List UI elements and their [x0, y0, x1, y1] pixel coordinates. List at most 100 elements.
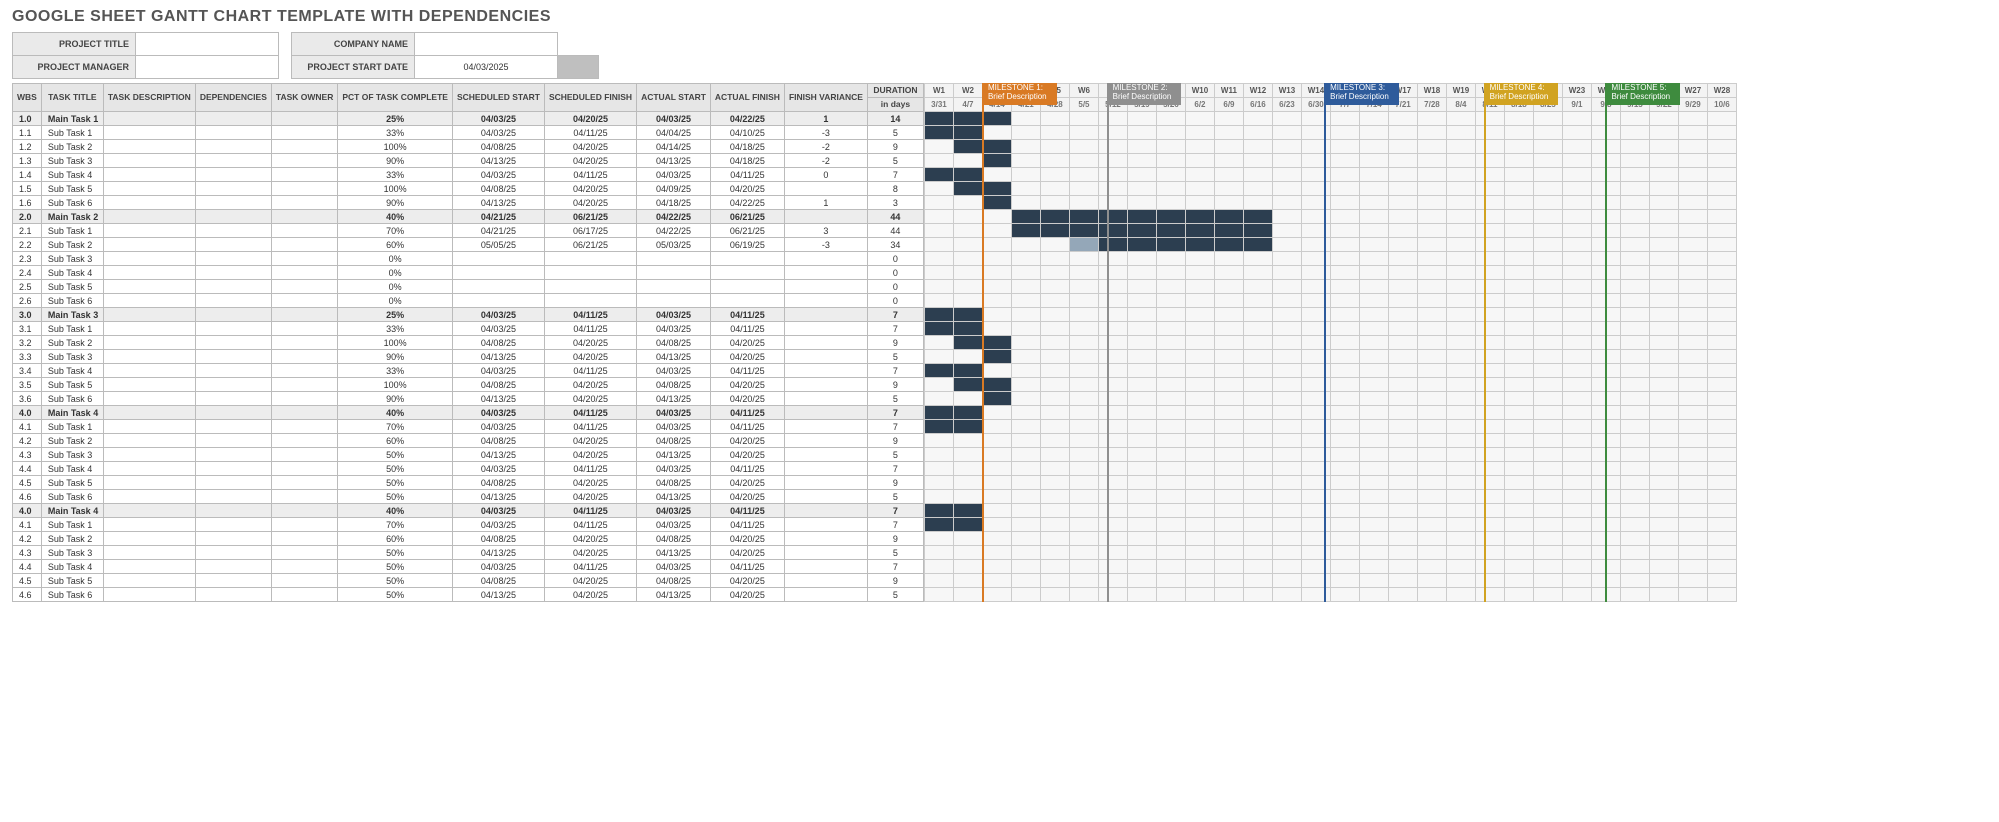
col-duration[interactable]: DURATION — [867, 84, 923, 98]
task-cell[interactable]: 5 — [867, 350, 923, 364]
task-cell[interactable]: 14 — [867, 112, 923, 126]
task-cell[interactable]: 04/10/25 — [710, 126, 784, 140]
task-cell[interactable] — [103, 224, 195, 238]
task-cell[interactable]: 1 — [784, 112, 867, 126]
task-row[interactable]: 4.5Sub Task 550%04/08/2504/20/2504/08/25… — [13, 574, 924, 588]
task-cell[interactable] — [271, 336, 337, 350]
task-cell[interactable] — [784, 336, 867, 350]
task-cell[interactable] — [784, 518, 867, 532]
task-cell[interactable]: 04/03/25 — [637, 504, 711, 518]
task-cell[interactable]: 04/20/25 — [710, 448, 784, 462]
task-cell[interactable]: 44 — [867, 224, 923, 238]
task-cell[interactable]: 06/21/25 — [544, 210, 636, 224]
task-cell[interactable]: 04/11/25 — [710, 308, 784, 322]
task-cell[interactable]: 1.1 — [13, 126, 42, 140]
task-cell[interactable] — [195, 434, 271, 448]
task-cell[interactable]: 04/20/25 — [544, 574, 636, 588]
task-cell[interactable] — [195, 560, 271, 574]
task-cell[interactable]: 04/20/25 — [544, 140, 636, 154]
task-row[interactable]: 3.1Sub Task 133%04/03/2504/11/2504/03/25… — [13, 322, 924, 336]
task-cell[interactable]: 50% — [338, 588, 453, 602]
task-cell[interactable] — [271, 182, 337, 196]
task-row[interactable]: 4.1Sub Task 170%04/03/2504/11/2504/03/25… — [13, 420, 924, 434]
task-cell[interactable] — [784, 490, 867, 504]
task-cell[interactable]: 3.5 — [13, 378, 42, 392]
task-cell[interactable]: Sub Task 3 — [41, 448, 103, 462]
task-cell[interactable]: 5 — [867, 126, 923, 140]
task-cell[interactable] — [271, 420, 337, 434]
task-cell[interactable] — [195, 308, 271, 322]
task-cell[interactable]: 4.5 — [13, 574, 42, 588]
task-cell[interactable] — [784, 504, 867, 518]
task-cell[interactable]: 04/13/25 — [637, 350, 711, 364]
task-cell[interactable]: 06/21/25 — [544, 238, 636, 252]
task-cell[interactable]: 04/03/25 — [452, 560, 544, 574]
task-cell[interactable]: 7 — [867, 322, 923, 336]
task-cell[interactable]: 04/08/25 — [637, 574, 711, 588]
task-cell[interactable] — [637, 266, 711, 280]
project-manager-input[interactable] — [136, 56, 279, 79]
task-cell[interactable]: 04/03/25 — [452, 322, 544, 336]
task-cell[interactable] — [195, 532, 271, 546]
task-cell[interactable]: 04/08/25 — [637, 532, 711, 546]
task-cell[interactable]: Sub Task 3 — [41, 252, 103, 266]
col-pct[interactable]: PCT OF TASK COMPLETE — [338, 84, 453, 112]
task-cell[interactable]: 4.4 — [13, 560, 42, 574]
task-row[interactable]: 1.5Sub Task 5100%04/08/2504/20/2504/09/2… — [13, 182, 924, 196]
task-cell[interactable]: Main Task 4 — [41, 406, 103, 420]
task-cell[interactable]: 25% — [338, 112, 453, 126]
task-cell[interactable]: Sub Task 3 — [41, 546, 103, 560]
col-act-start[interactable]: ACTUAL START — [637, 84, 711, 112]
task-cell[interactable]: 04/03/25 — [452, 112, 544, 126]
task-cell[interactable]: -3 — [784, 238, 867, 252]
task-cell[interactable] — [710, 266, 784, 280]
task-cell[interactable]: 70% — [338, 224, 453, 238]
task-cell[interactable]: 04/20/25 — [544, 154, 636, 168]
task-cell[interactable]: 04/08/25 — [452, 336, 544, 350]
task-cell[interactable]: 04/20/25 — [710, 574, 784, 588]
task-cell[interactable]: 04/09/25 — [637, 182, 711, 196]
task-cell[interactable]: Sub Task 4 — [41, 168, 103, 182]
col-owner[interactable]: TASK OWNER — [271, 84, 337, 112]
task-cell[interactable]: -2 — [784, 140, 867, 154]
task-row[interactable]: 2.6Sub Task 60%0 — [13, 294, 924, 308]
task-cell[interactable]: 04/11/25 — [710, 168, 784, 182]
task-cell[interactable] — [195, 126, 271, 140]
task-cell[interactable] — [195, 574, 271, 588]
task-cell[interactable]: 9 — [867, 434, 923, 448]
task-cell[interactable]: 04/03/25 — [637, 518, 711, 532]
task-cell[interactable] — [784, 392, 867, 406]
task-cell[interactable] — [784, 294, 867, 308]
task-cell[interactable] — [784, 308, 867, 322]
task-cell[interactable]: 90% — [338, 196, 453, 210]
task-cell[interactable] — [710, 280, 784, 294]
task-cell[interactable]: 06/21/25 — [710, 224, 784, 238]
task-cell[interactable] — [271, 476, 337, 490]
task-cell[interactable]: Sub Task 2 — [41, 434, 103, 448]
task-row[interactable]: 3.3Sub Task 390%04/13/2504/20/2504/13/25… — [13, 350, 924, 364]
task-cell[interactable]: 0 — [867, 252, 923, 266]
task-cell[interactable] — [195, 224, 271, 238]
task-cell[interactable]: Sub Task 4 — [41, 364, 103, 378]
task-cell[interactable]: 33% — [338, 322, 453, 336]
task-cell[interactable]: 04/22/25 — [710, 196, 784, 210]
task-cell[interactable] — [195, 378, 271, 392]
task-cell[interactable]: 2.0 — [13, 210, 42, 224]
task-cell[interactable]: 04/08/25 — [452, 476, 544, 490]
task-cell[interactable] — [271, 140, 337, 154]
task-cell[interactable]: 7 — [867, 406, 923, 420]
task-cell[interactable]: 04/11/25 — [544, 322, 636, 336]
task-cell[interactable] — [637, 280, 711, 294]
task-row[interactable]: 4.4Sub Task 450%04/03/2504/11/2504/03/25… — [13, 462, 924, 476]
task-row[interactable]: 1.6Sub Task 690%04/13/2504/20/2504/18/25… — [13, 196, 924, 210]
task-cell[interactable] — [103, 476, 195, 490]
task-cell[interactable]: 04/03/25 — [452, 504, 544, 518]
task-cell[interactable]: Main Task 3 — [41, 308, 103, 322]
task-cell[interactable] — [103, 574, 195, 588]
task-cell[interactable]: 1 — [784, 196, 867, 210]
task-row[interactable]: 1.4Sub Task 433%04/03/2504/11/2504/03/25… — [13, 168, 924, 182]
task-cell[interactable] — [103, 308, 195, 322]
task-row[interactable]: 4.3Sub Task 350%04/13/2504/20/2504/13/25… — [13, 546, 924, 560]
task-cell[interactable]: 04/13/25 — [637, 588, 711, 602]
task-cell[interactable]: 04/03/25 — [452, 126, 544, 140]
